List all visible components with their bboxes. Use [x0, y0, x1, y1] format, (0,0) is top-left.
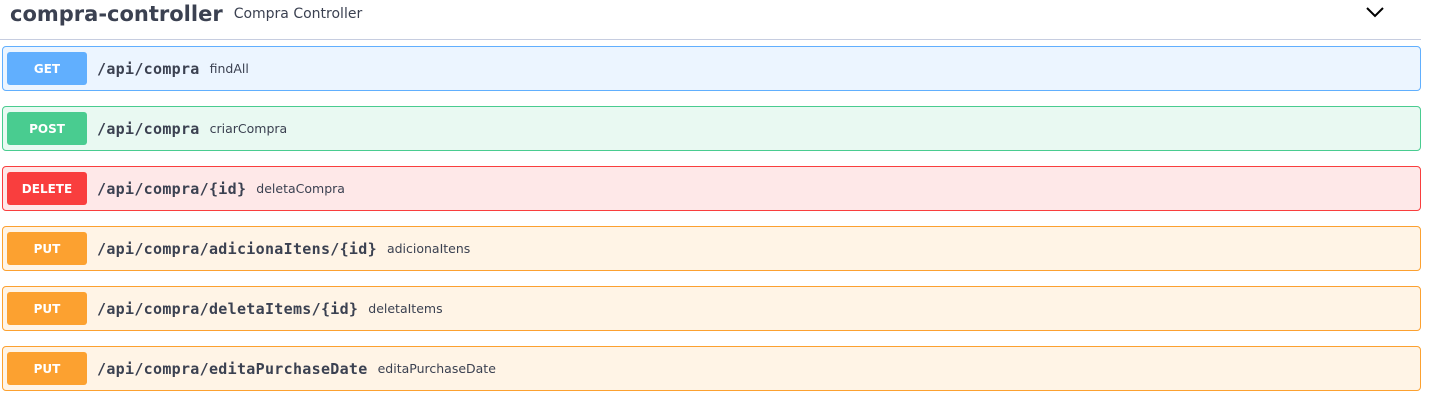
opblock-delete-api-compra-id[interactable]: DELETE /api/compra/{id} deletaCompra — [2, 166, 1421, 211]
operation-path: /api/compra/{id} — [97, 179, 247, 198]
operation-summary: criarCompra — [209, 121, 288, 136]
operation-path: /api/compra/deletaItems/{id} — [97, 299, 359, 318]
operation-path: /api/compra — [97, 119, 200, 138]
chevron-down-icon[interactable] — [1365, 4, 1385, 20]
operation-summary: editaPurchaseDate — [377, 361, 496, 376]
opblock-put-deleta-items[interactable]: PUT /api/compra/deletaItems/{id} deletaI… — [2, 286, 1421, 331]
method-badge: PUT — [7, 232, 87, 265]
operation-path: /api/compra — [97, 59, 200, 78]
tag-description: Compra Controller — [233, 5, 363, 22]
opblock-put-edita-purchase-date[interactable]: PUT /api/compra/editaPurchaseDate editaP… — [2, 346, 1421, 391]
operation-path: /api/compra/adicionaItens/{id} — [97, 239, 377, 258]
method-badge: GET — [7, 52, 87, 85]
opblock-put-adiciona-itens[interactable]: PUT /api/compra/adicionaItens/{id} adici… — [2, 226, 1421, 271]
method-badge: DELETE — [7, 172, 87, 205]
operation-summary: findAll — [209, 61, 249, 76]
tag-name: compra-controller — [10, 1, 223, 26]
operation-summary: deletaItems — [368, 301, 443, 316]
tag-header-compra-controller[interactable]: compra-controller Compra Controller — [0, 0, 1421, 40]
opblock-get-api-compra[interactable]: GET /api/compra findAll — [2, 46, 1421, 91]
operation-summary: adicionaItens — [386, 241, 471, 256]
operation-path: /api/compra/editaPurchaseDate — [97, 359, 368, 378]
opblock-post-api-compra[interactable]: POST /api/compra criarCompra — [2, 106, 1421, 151]
method-badge: PUT — [7, 352, 87, 385]
method-badge: POST — [7, 112, 87, 145]
operations-list: GET /api/compra findAll POST /api/compra… — [2, 46, 1421, 406]
operation-summary: deletaCompra — [256, 181, 345, 196]
method-badge: PUT — [7, 292, 87, 325]
